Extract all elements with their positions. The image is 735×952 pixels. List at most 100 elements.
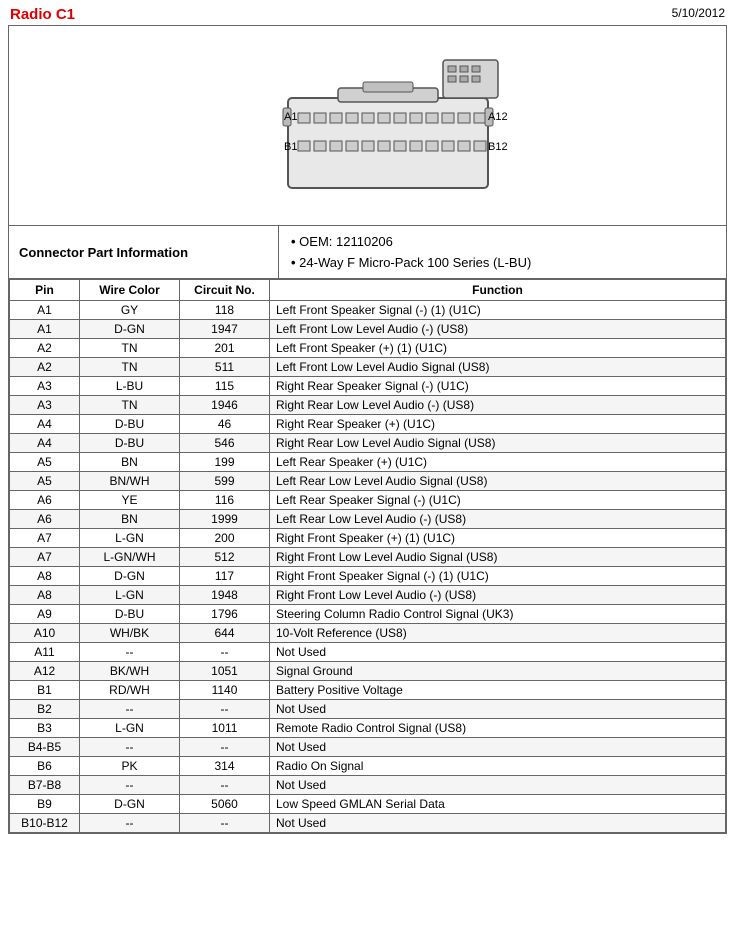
cell-pin: A12 <box>10 662 80 681</box>
cell-function: Battery Positive Voltage <box>270 681 726 700</box>
cell-wire: D-GN <box>80 795 180 814</box>
cell-pin: A5 <box>10 472 80 491</box>
cell-function: Right Rear Speaker (+) (U1C) <box>270 415 726 434</box>
cell-function: 10-Volt Reference (US8) <box>270 624 726 643</box>
cell-circuit: 1796 <box>180 605 270 624</box>
svg-text:B12: B12 <box>488 141 508 153</box>
cell-circuit: 1011 <box>180 719 270 738</box>
main-container: A1 B1 A12 B12 Connector Part Information… <box>8 25 727 834</box>
cell-circuit: 644 <box>180 624 270 643</box>
cell-function: Remote Radio Control Signal (US8) <box>270 719 726 738</box>
cell-function: Steering Column Radio Control Signal (UK… <box>270 605 726 624</box>
cell-pin: B6 <box>10 757 80 776</box>
cell-pin: A8 <box>10 586 80 605</box>
table-row: A3L-BU115Right Rear Speaker Signal (-) (… <box>10 377 726 396</box>
cell-function: Not Used <box>270 643 726 662</box>
diagram-section: A1 B1 A12 B12 <box>9 26 726 226</box>
wiring-table: Pin Wire Color Circuit No. Function A1GY… <box>9 279 726 833</box>
table-row: A4D-BU46Right Rear Speaker (+) (U1C) <box>10 415 726 434</box>
cell-circuit: 116 <box>180 491 270 510</box>
cell-pin: B10-B12 <box>10 814 80 833</box>
cell-wire: BN <box>80 510 180 529</box>
cell-circuit: 115 <box>180 377 270 396</box>
cell-function: Right Front Speaker Signal (-) (1) (U1C) <box>270 567 726 586</box>
cell-wire: D-BU <box>80 434 180 453</box>
cell-circuit: 599 <box>180 472 270 491</box>
table-row: B1RD/WH1140Battery Positive Voltage <box>10 681 726 700</box>
cell-pin: B2 <box>10 700 80 719</box>
cell-pin: A6 <box>10 491 80 510</box>
cell-pin: B3 <box>10 719 80 738</box>
table-row: A5BN/WH599Left Rear Low Level Audio Sign… <box>10 472 726 491</box>
cell-pin: B9 <box>10 795 80 814</box>
page-header: Radio C1 5/10/2012 <box>0 0 735 25</box>
cell-pin: B7-B8 <box>10 776 80 795</box>
cell-circuit: 1947 <box>180 320 270 339</box>
oem-number: OEM: 12110206 <box>291 234 531 249</box>
cell-circuit: 46 <box>180 415 270 434</box>
cell-wire: D-BU <box>80 415 180 434</box>
cell-circuit: -- <box>180 700 270 719</box>
cell-function: Not Used <box>270 700 726 719</box>
table-row: A3TN1946Right Rear Low Level Audio (-) (… <box>10 396 726 415</box>
cell-function: Not Used <box>270 738 726 757</box>
cell-wire: BN <box>80 453 180 472</box>
cell-circuit: 201 <box>180 339 270 358</box>
cell-pin: A4 <box>10 415 80 434</box>
table-row: A7L-GN200Right Front Speaker (+) (1) (U1… <box>10 529 726 548</box>
header-circuit: Circuit No. <box>180 280 270 301</box>
table-row: B7-B8----Not Used <box>10 776 726 795</box>
table-row: A12BK/WH1051Signal Ground <box>10 662 726 681</box>
cell-wire: -- <box>80 700 180 719</box>
cell-pin: A9 <box>10 605 80 624</box>
connector-info-cell: Connector Part Information <box>9 226 279 278</box>
cell-wire: RD/WH <box>80 681 180 700</box>
cell-wire: BK/WH <box>80 662 180 681</box>
table-row: B3L-GN1011Remote Radio Control Signal (U… <box>10 719 726 738</box>
cell-circuit: 1051 <box>180 662 270 681</box>
table-row: A6BN1999Left Rear Low Level Audio (-) (U… <box>10 510 726 529</box>
oem-series: 24-Way F Micro-Pack 100 Series (L-BU) <box>291 255 531 270</box>
cell-circuit: -- <box>180 738 270 757</box>
table-row: B9D-GN5060Low Speed GMLAN Serial Data <box>10 795 726 814</box>
cell-pin: A3 <box>10 377 80 396</box>
cell-pin: A7 <box>10 548 80 567</box>
cell-function: Signal Ground <box>270 662 726 681</box>
connector-diagram: A1 B1 A12 B12 <box>208 38 528 213</box>
cell-function: Not Used <box>270 776 726 795</box>
info-section: Connector Part Information OEM: 12110206… <box>9 226 726 279</box>
cell-wire: D-BU <box>80 605 180 624</box>
header-function: Function <box>270 280 726 301</box>
cell-pin: A2 <box>10 339 80 358</box>
cell-function: Radio On Signal <box>270 757 726 776</box>
cell-function: Left Front Low Level Audio (-) (US8) <box>270 320 726 339</box>
cell-wire: GY <box>80 301 180 320</box>
cell-function: Left Rear Low Level Audio Signal (US8) <box>270 472 726 491</box>
cell-wire: L-GN/WH <box>80 548 180 567</box>
cell-wire: -- <box>80 738 180 757</box>
table-row: A1D-GN1947Left Front Low Level Audio (-)… <box>10 320 726 339</box>
cell-function: Right Front Speaker (+) (1) (U1C) <box>270 529 726 548</box>
table-row: A8L-GN1948Right Front Low Level Audio (-… <box>10 586 726 605</box>
cell-pin: A11 <box>10 643 80 662</box>
cell-function: Left Front Speaker (+) (1) (U1C) <box>270 339 726 358</box>
cell-circuit: 546 <box>180 434 270 453</box>
cell-wire: -- <box>80 643 180 662</box>
table-row: A2TN201Left Front Speaker (+) (1) (U1C) <box>10 339 726 358</box>
cell-function: Low Speed GMLAN Serial Data <box>270 795 726 814</box>
cell-wire: L-GN <box>80 529 180 548</box>
cell-pin: A1 <box>10 320 80 339</box>
table-row: A4D-BU546Right Rear Low Level Audio Sign… <box>10 434 726 453</box>
header-pin: Pin <box>10 280 80 301</box>
cell-function: Left Rear Speaker (+) (U1C) <box>270 453 726 472</box>
table-row: A6YE116Left Rear Speaker Signal (-) (U1C… <box>10 491 726 510</box>
svg-text:B1: B1 <box>284 141 297 153</box>
header-wire: Wire Color <box>80 280 180 301</box>
oem-info-cell: OEM: 12110206 24-Way F Micro-Pack 100 Se… <box>279 226 543 278</box>
connector-info-label: Connector Part Information <box>19 245 188 260</box>
cell-wire: -- <box>80 776 180 795</box>
cell-pin: A3 <box>10 396 80 415</box>
cell-function: Right Front Low Level Audio (-) (US8) <box>270 586 726 605</box>
cell-circuit: 5060 <box>180 795 270 814</box>
svg-text:A1: A1 <box>284 111 297 123</box>
